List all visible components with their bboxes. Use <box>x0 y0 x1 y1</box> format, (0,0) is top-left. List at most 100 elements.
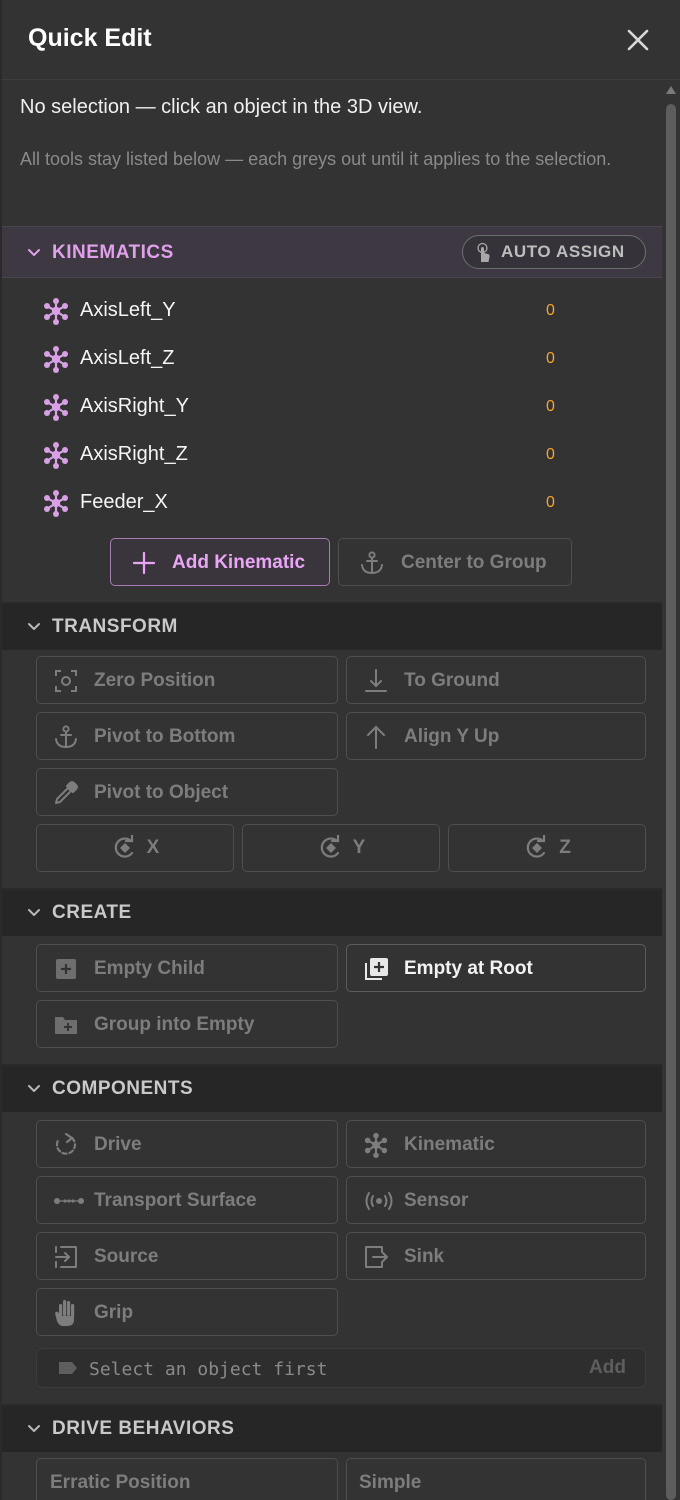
section-label: CREATE <box>52 902 132 923</box>
rotate-icon <box>526 835 546 858</box>
section-label: TRANSFORM <box>52 616 178 637</box>
to-ground-label: To Ground <box>404 670 500 691</box>
kinematic-name: AxisLeft_Z <box>80 347 175 369</box>
empty-child-label: Empty Child <box>94 958 205 979</box>
anchor-icon <box>55 725 77 749</box>
kinematic-value: 0 <box>546 302 555 319</box>
touch-icon <box>477 242 490 262</box>
kinematic-icon <box>364 1132 388 1158</box>
section-header-transform[interactable]: TRANSFORM <box>2 604 662 650</box>
rotate-z-button[interactable]: Z <box>448 824 646 872</box>
grip-label: Grip <box>94 1302 134 1323</box>
add-box-icon <box>56 959 76 979</box>
to-ground-button[interactable]: To Ground <box>346 656 646 704</box>
kinematic-value: 0 <box>546 350 555 367</box>
pivot-to-bottom-label: Pivot to Bottom <box>94 726 236 747</box>
input-icon <box>55 1246 77 1268</box>
focus-icon <box>55 670 77 692</box>
rotate-x-label: X <box>146 837 160 858</box>
auto-assign-button[interactable]: AUTO ASSIGN <box>462 235 646 269</box>
simple-button[interactable]: Simple <box>346 1458 646 1500</box>
section-label: DRIVE BEHAVIORS <box>52 1418 235 1439</box>
pivot-to-bottom-button[interactable]: Pivot to Bottom <box>36 712 338 760</box>
kinematic-value: 0 <box>546 446 555 463</box>
section-header-drive-behaviors[interactable]: DRIVE BEHAVIORS <box>2 1406 662 1452</box>
sink-button[interactable]: Sink <box>346 1232 646 1280</box>
section-header-components[interactable]: COMPONENTS <box>2 1066 662 1112</box>
rotate-y-button[interactable]: Y <box>242 824 440 872</box>
section-header-kinematics[interactable]: KINEMATICS AUTO ASSIGN <box>2 226 662 278</box>
kinematic-list-item[interactable]: Feeder_X 0 <box>2 478 662 526</box>
pivot-to-object-label: Pivot to Object <box>94 782 229 803</box>
erratic-position-button[interactable]: Erratic Position <box>36 1458 338 1500</box>
source-button[interactable]: Source <box>36 1232 338 1280</box>
chevron-down-icon <box>28 249 40 256</box>
rotate-icon <box>320 835 339 858</box>
close-icon[interactable] <box>622 24 654 56</box>
center-to-group-button[interactable]: Center to Group <box>338 538 572 586</box>
kinematic-icon <box>44 346 68 373</box>
simple-label: Simple <box>359 1472 422 1493</box>
section-header-create[interactable]: CREATE <box>2 890 662 936</box>
section-label: KINEMATICS <box>52 242 174 263</box>
pivot-to-object-button[interactable]: Pivot to Object <box>36 768 338 816</box>
folder-add-icon <box>55 1017 77 1034</box>
zero-position-button[interactable]: Zero Position <box>36 656 338 704</box>
erratic-position-label: Erratic Position <box>50 1472 191 1493</box>
refresh-dashed-icon <box>55 1132 77 1155</box>
sensor-icon <box>365 1192 393 1210</box>
rotate-icon <box>114 835 133 858</box>
kinematic-value: 0 <box>546 398 555 415</box>
tag-icon <box>59 1362 77 1374</box>
center-to-group-label: Center to Group <box>401 552 547 573</box>
conveyor-icon <box>54 1198 84 1204</box>
chevron-down-icon <box>28 1425 40 1432</box>
panel-title: Quick Edit <box>28 24 152 52</box>
zero-position-label: Zero Position <box>94 670 216 691</box>
rotate-x-button[interactable]: X <box>36 824 234 872</box>
anchor-icon <box>361 551 383 575</box>
transport-surface-label: Transport Surface <box>94 1190 257 1211</box>
eyedropper-icon <box>55 781 78 804</box>
panel-content: No selection — click an object in the 3D… <box>2 82 666 1500</box>
kinematic-list-item[interactable]: AxisRight_Z 0 <box>2 430 662 478</box>
transport-surface-button[interactable]: Transport Surface <box>36 1176 338 1224</box>
kinematic-component-button[interactable]: Kinematic <box>346 1120 646 1168</box>
output-icon <box>365 1246 388 1268</box>
drive-label: Drive <box>94 1134 142 1155</box>
scrollbar-thumb[interactable] <box>666 104 676 1500</box>
add-kinematic-button[interactable]: Add Kinematic <box>110 538 330 586</box>
plus-icon <box>132 551 156 575</box>
kinematic-value: 0 <box>546 494 555 511</box>
sensor-button[interactable]: Sensor <box>346 1176 646 1224</box>
sensor-label: Sensor <box>404 1190 469 1211</box>
chevron-down-icon <box>28 623 40 630</box>
chevron-down-icon <box>28 909 40 916</box>
component-add-row: Add <box>36 1348 646 1388</box>
panel-header: Quick Edit <box>2 0 680 80</box>
arrow-to-ground-icon <box>365 669 387 692</box>
kinematic-icon <box>44 394 68 421</box>
empty-child-button[interactable]: Empty Child <box>36 944 338 992</box>
grip-button[interactable]: Grip <box>36 1288 338 1336</box>
sink-label: Sink <box>404 1246 445 1267</box>
kinematic-icon <box>44 298 68 325</box>
kinematic-list-item[interactable]: AxisLeft_Z 0 <box>2 334 662 382</box>
empty-at-root-button[interactable]: Empty at Root <box>346 944 646 992</box>
add-component-button[interactable]: Add <box>589 1357 626 1379</box>
group-into-empty-button[interactable]: Group into Empty <box>36 1000 338 1048</box>
selection-status: No selection — click an object in the 3D… <box>20 96 423 118</box>
drive-button[interactable]: Drive <box>36 1120 338 1168</box>
scrollbar[interactable] <box>664 86 678 1500</box>
align-y-up-button[interactable]: Align Y Up <box>346 712 646 760</box>
scroll-up-arrow-icon[interactable] <box>666 86 676 94</box>
component-search-input[interactable] <box>89 1355 559 1383</box>
kinematic-list-item[interactable]: AxisLeft_Y 0 <box>2 286 662 334</box>
selection-hint: All tools stay listed below — each greys… <box>20 149 612 169</box>
kinematic-name: AxisRight_Y <box>80 395 189 417</box>
section-label: COMPONENTS <box>52 1078 194 1099</box>
kinematic-name: AxisRight_Z <box>80 443 188 465</box>
add-kinematic-label: Add Kinematic <box>172 552 306 573</box>
kinematic-list-item[interactable]: AxisRight_Y 0 <box>2 382 662 430</box>
kinematic-name: AxisLeft_Y <box>80 299 176 321</box>
